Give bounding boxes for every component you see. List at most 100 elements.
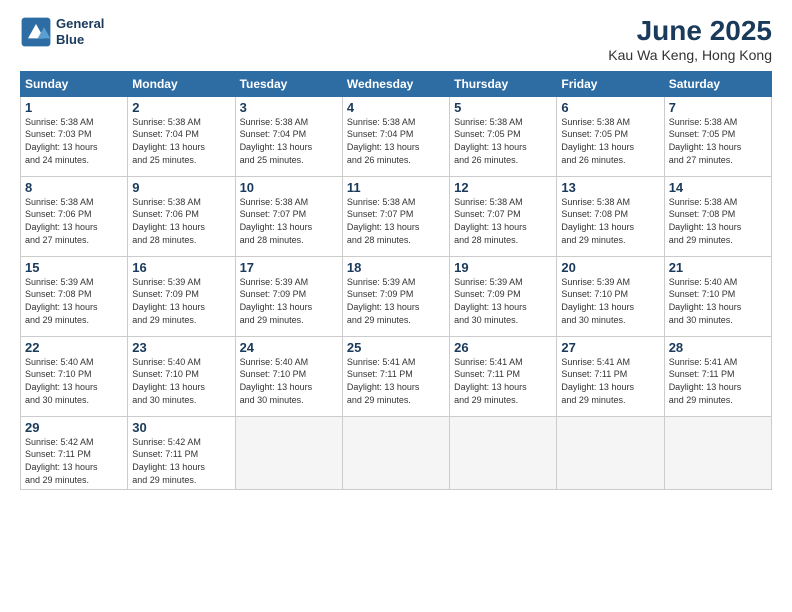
day-number: 30 xyxy=(132,420,230,435)
day-info: Sunrise: 5:39 AM Sunset: 7:09 PM Dayligh… xyxy=(454,276,552,326)
day-info: Sunrise: 5:38 AM Sunset: 7:04 PM Dayligh… xyxy=(132,116,230,166)
table-row: 14Sunrise: 5:38 AM Sunset: 7:08 PM Dayli… xyxy=(664,176,771,256)
table-row: 25Sunrise: 5:41 AM Sunset: 7:11 PM Dayli… xyxy=(342,336,449,416)
col-monday: Monday xyxy=(128,71,235,96)
day-number: 9 xyxy=(132,180,230,195)
day-number: 1 xyxy=(25,100,123,115)
day-number: 25 xyxy=(347,340,445,355)
table-row xyxy=(450,416,557,489)
table-row xyxy=(557,416,664,489)
day-info: Sunrise: 5:38 AM Sunset: 7:05 PM Dayligh… xyxy=(454,116,552,166)
day-number: 4 xyxy=(347,100,445,115)
day-number: 13 xyxy=(561,180,659,195)
day-info: Sunrise: 5:39 AM Sunset: 7:10 PM Dayligh… xyxy=(561,276,659,326)
calendar-week-row: 22Sunrise: 5:40 AM Sunset: 7:10 PM Dayli… xyxy=(21,336,772,416)
table-row: 7Sunrise: 5:38 AM Sunset: 7:05 PM Daylig… xyxy=(664,96,771,176)
table-row: 27Sunrise: 5:41 AM Sunset: 7:11 PM Dayli… xyxy=(557,336,664,416)
day-info: Sunrise: 5:38 AM Sunset: 7:04 PM Dayligh… xyxy=(347,116,445,166)
table-row: 4Sunrise: 5:38 AM Sunset: 7:04 PM Daylig… xyxy=(342,96,449,176)
day-number: 29 xyxy=(25,420,123,435)
table-row: 13Sunrise: 5:38 AM Sunset: 7:08 PM Dayli… xyxy=(557,176,664,256)
table-row: 8Sunrise: 5:38 AM Sunset: 7:06 PM Daylig… xyxy=(21,176,128,256)
day-info: Sunrise: 5:42 AM Sunset: 7:11 PM Dayligh… xyxy=(25,436,123,486)
table-row: 15Sunrise: 5:39 AM Sunset: 7:08 PM Dayli… xyxy=(21,256,128,336)
col-sunday: Sunday xyxy=(21,71,128,96)
table-row: 29Sunrise: 5:42 AM Sunset: 7:11 PM Dayli… xyxy=(21,416,128,489)
logo: General Blue xyxy=(20,16,104,48)
calendar-header-row: Sunday Monday Tuesday Wednesday Thursday… xyxy=(21,71,772,96)
day-number: 15 xyxy=(25,260,123,275)
day-number: 11 xyxy=(347,180,445,195)
col-saturday: Saturday xyxy=(664,71,771,96)
day-number: 16 xyxy=(132,260,230,275)
day-number: 12 xyxy=(454,180,552,195)
page: General Blue June 2025 Kau Wa Keng, Hong… xyxy=(0,0,792,612)
table-row: 2Sunrise: 5:38 AM Sunset: 7:04 PM Daylig… xyxy=(128,96,235,176)
day-info: Sunrise: 5:41 AM Sunset: 7:11 PM Dayligh… xyxy=(454,356,552,406)
day-info: Sunrise: 5:38 AM Sunset: 7:04 PM Dayligh… xyxy=(240,116,338,166)
table-row xyxy=(342,416,449,489)
table-row: 1Sunrise: 5:38 AM Sunset: 7:03 PM Daylig… xyxy=(21,96,128,176)
day-number: 10 xyxy=(240,180,338,195)
table-row: 16Sunrise: 5:39 AM Sunset: 7:09 PM Dayli… xyxy=(128,256,235,336)
day-info: Sunrise: 5:41 AM Sunset: 7:11 PM Dayligh… xyxy=(561,356,659,406)
day-info: Sunrise: 5:39 AM Sunset: 7:08 PM Dayligh… xyxy=(25,276,123,326)
calendar-week-row: 29Sunrise: 5:42 AM Sunset: 7:11 PM Dayli… xyxy=(21,416,772,489)
col-tuesday: Tuesday xyxy=(235,71,342,96)
table-row: 12Sunrise: 5:38 AM Sunset: 7:07 PM Dayli… xyxy=(450,176,557,256)
table-row: 20Sunrise: 5:39 AM Sunset: 7:10 PM Dayli… xyxy=(557,256,664,336)
table-row: 6Sunrise: 5:38 AM Sunset: 7:05 PM Daylig… xyxy=(557,96,664,176)
day-number: 14 xyxy=(669,180,767,195)
day-number: 6 xyxy=(561,100,659,115)
table-row: 18Sunrise: 5:39 AM Sunset: 7:09 PM Dayli… xyxy=(342,256,449,336)
col-wednesday: Wednesday xyxy=(342,71,449,96)
day-info: Sunrise: 5:39 AM Sunset: 7:09 PM Dayligh… xyxy=(347,276,445,326)
day-info: Sunrise: 5:39 AM Sunset: 7:09 PM Dayligh… xyxy=(240,276,338,326)
day-info: Sunrise: 5:41 AM Sunset: 7:11 PM Dayligh… xyxy=(669,356,767,406)
table-row: 11Sunrise: 5:38 AM Sunset: 7:07 PM Dayli… xyxy=(342,176,449,256)
day-number: 22 xyxy=(25,340,123,355)
calendar-week-row: 1Sunrise: 5:38 AM Sunset: 7:03 PM Daylig… xyxy=(21,96,772,176)
day-number: 17 xyxy=(240,260,338,275)
day-info: Sunrise: 5:40 AM Sunset: 7:10 PM Dayligh… xyxy=(132,356,230,406)
table-row: 22Sunrise: 5:40 AM Sunset: 7:10 PM Dayli… xyxy=(21,336,128,416)
table-row: 3Sunrise: 5:38 AM Sunset: 7:04 PM Daylig… xyxy=(235,96,342,176)
day-number: 21 xyxy=(669,260,767,275)
col-thursday: Thursday xyxy=(450,71,557,96)
logo-text: General Blue xyxy=(56,16,104,47)
subtitle: Kau Wa Keng, Hong Kong xyxy=(608,47,772,63)
col-friday: Friday xyxy=(557,71,664,96)
title-block: June 2025 Kau Wa Keng, Hong Kong xyxy=(608,16,772,63)
day-info: Sunrise: 5:38 AM Sunset: 7:08 PM Dayligh… xyxy=(669,196,767,246)
day-info: Sunrise: 5:38 AM Sunset: 7:07 PM Dayligh… xyxy=(454,196,552,246)
day-number: 24 xyxy=(240,340,338,355)
table-row: 28Sunrise: 5:41 AM Sunset: 7:11 PM Dayli… xyxy=(664,336,771,416)
day-info: Sunrise: 5:40 AM Sunset: 7:10 PM Dayligh… xyxy=(25,356,123,406)
table-row: 5Sunrise: 5:38 AM Sunset: 7:05 PM Daylig… xyxy=(450,96,557,176)
table-row xyxy=(664,416,771,489)
table-row: 17Sunrise: 5:39 AM Sunset: 7:09 PM Dayli… xyxy=(235,256,342,336)
main-title: June 2025 xyxy=(608,16,772,47)
day-info: Sunrise: 5:38 AM Sunset: 7:07 PM Dayligh… xyxy=(240,196,338,246)
day-info: Sunrise: 5:39 AM Sunset: 7:09 PM Dayligh… xyxy=(132,276,230,326)
day-number: 2 xyxy=(132,100,230,115)
table-row: 9Sunrise: 5:38 AM Sunset: 7:06 PM Daylig… xyxy=(128,176,235,256)
day-info: Sunrise: 5:40 AM Sunset: 7:10 PM Dayligh… xyxy=(240,356,338,406)
day-info: Sunrise: 5:38 AM Sunset: 7:06 PM Dayligh… xyxy=(132,196,230,246)
calendar: Sunday Monday Tuesday Wednesday Thursday… xyxy=(20,71,772,490)
table-row: 24Sunrise: 5:40 AM Sunset: 7:10 PM Dayli… xyxy=(235,336,342,416)
day-info: Sunrise: 5:38 AM Sunset: 7:08 PM Dayligh… xyxy=(561,196,659,246)
day-number: 23 xyxy=(132,340,230,355)
day-info: Sunrise: 5:38 AM Sunset: 7:07 PM Dayligh… xyxy=(347,196,445,246)
day-number: 19 xyxy=(454,260,552,275)
table-row: 23Sunrise: 5:40 AM Sunset: 7:10 PM Dayli… xyxy=(128,336,235,416)
day-number: 28 xyxy=(669,340,767,355)
day-info: Sunrise: 5:42 AM Sunset: 7:11 PM Dayligh… xyxy=(132,436,230,486)
day-info: Sunrise: 5:38 AM Sunset: 7:03 PM Dayligh… xyxy=(25,116,123,166)
logo-icon xyxy=(20,16,52,48)
day-number: 18 xyxy=(347,260,445,275)
table-row xyxy=(235,416,342,489)
day-number: 5 xyxy=(454,100,552,115)
table-row: 26Sunrise: 5:41 AM Sunset: 7:11 PM Dayli… xyxy=(450,336,557,416)
calendar-week-row: 8Sunrise: 5:38 AM Sunset: 7:06 PM Daylig… xyxy=(21,176,772,256)
